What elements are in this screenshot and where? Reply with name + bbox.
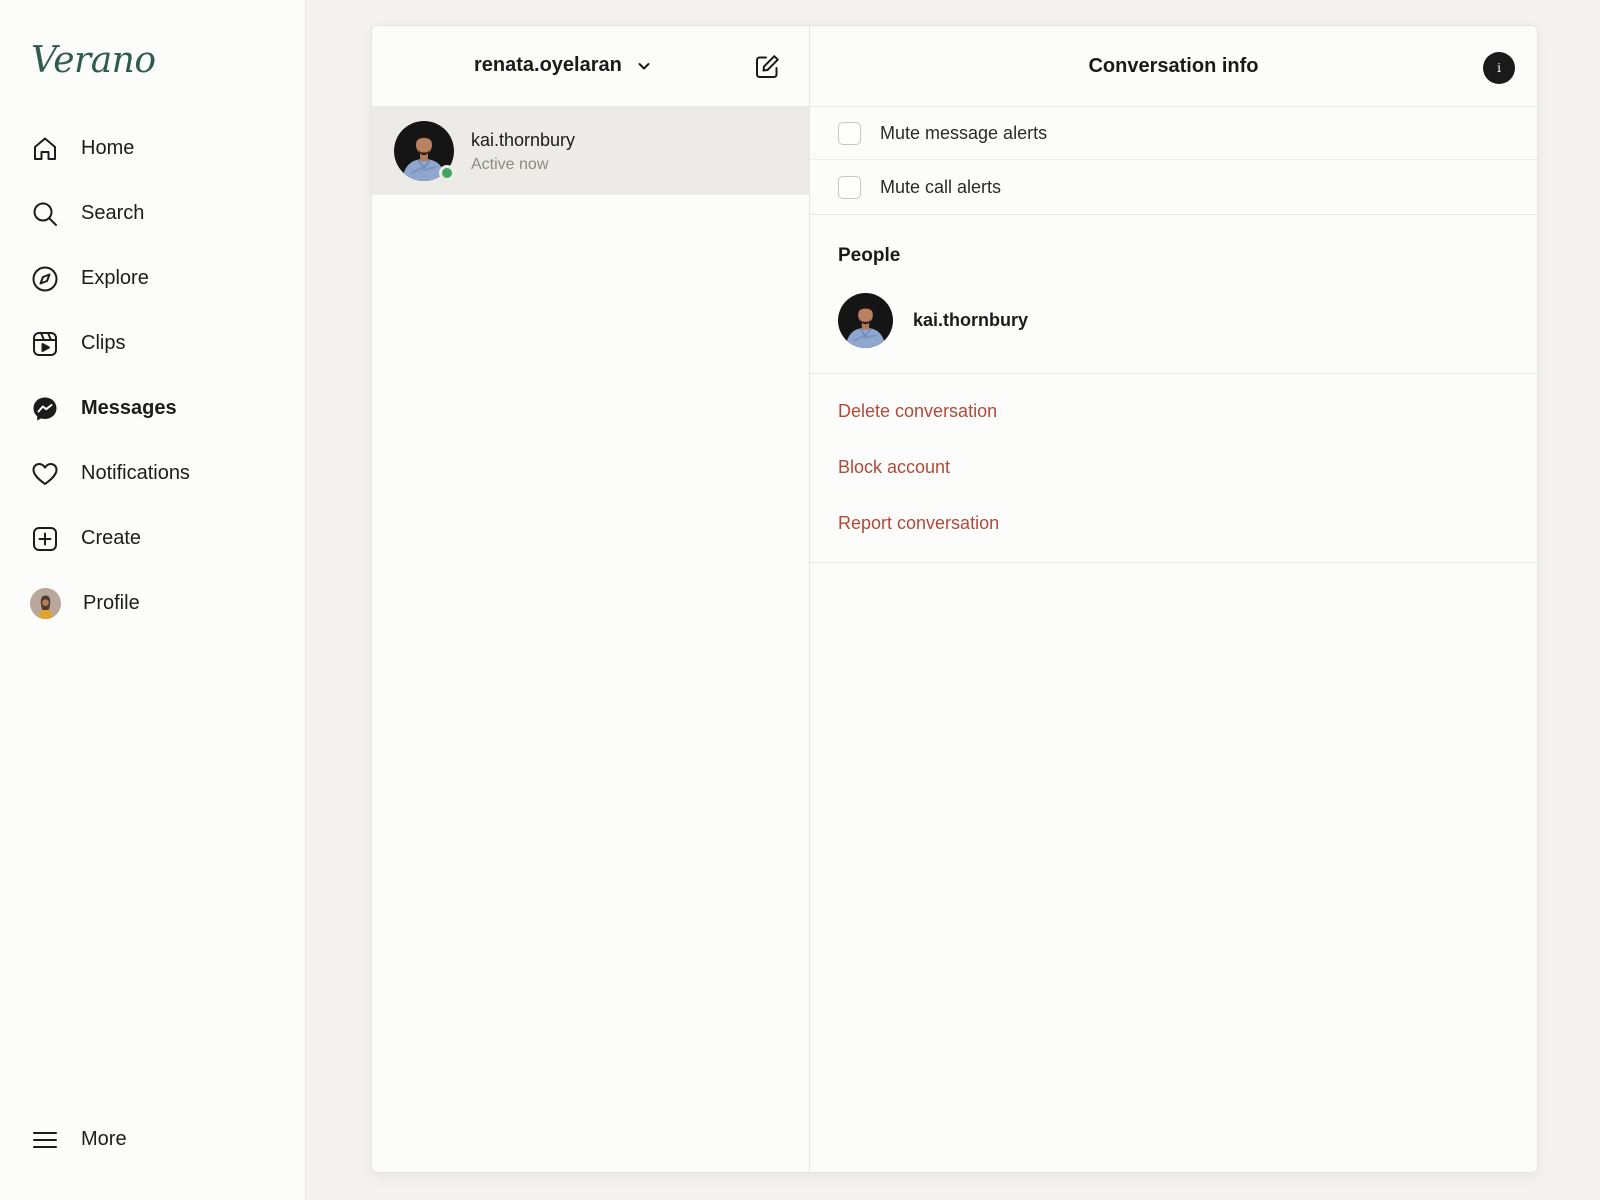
- nav-item-home[interactable]: Home: [0, 116, 306, 181]
- thread-name: kai.thornbury: [471, 130, 576, 150]
- person-item[interactable]: kai.thornbury: [838, 293, 1028, 348]
- avatar: [838, 293, 893, 348]
- conversation-actions: Delete conversation Block account Report…: [810, 374, 1537, 563]
- chevron-down-icon: [636, 58, 652, 74]
- messenger-icon: [31, 395, 59, 423]
- thread-status: Active now: [471, 156, 549, 173]
- nav-label: Home: [81, 137, 135, 159]
- mute-call-alerts-checkbox[interactable]: [838, 175, 861, 199]
- nav-label: Explore: [81, 267, 149, 289]
- person-name: kai.thornbury: [913, 310, 1029, 330]
- sidebar: Verano Home Search Explore Clips Message…: [0, 0, 306, 1200]
- mute-label: Mute message alerts: [880, 122, 1048, 143]
- mute-settings: Mute message alerts Mute call alerts: [810, 107, 1537, 215]
- block-account-button[interactable]: Block account: [810, 457, 1537, 513]
- nav-item-create[interactable]: Create: [0, 506, 306, 571]
- report-conversation-button[interactable]: Report conversation: [810, 513, 1537, 569]
- mute-call-alerts-option[interactable]: Mute call alerts: [810, 160, 1537, 214]
- mute-message-alerts-checkbox[interactable]: [838, 121, 861, 145]
- nav-label: Messages: [81, 397, 177, 419]
- nav-more: More: [0, 1107, 306, 1172]
- nav-item-messages[interactable]: Messages: [0, 376, 306, 441]
- nav-label: Clips: [81, 332, 126, 354]
- conversation-info-panel: Conversation info i Mute message alerts …: [810, 26, 1537, 1172]
- profile-avatar: [30, 588, 61, 619]
- thread-item[interactable]: kai.thornbury Active now: [372, 107, 809, 195]
- nav-label: Profile: [83, 592, 140, 614]
- home-icon: [31, 135, 59, 163]
- nav-label: Search: [81, 202, 145, 224]
- mute-message-alerts-option[interactable]: Mute message alerts: [810, 107, 1537, 160]
- clips-icon: [31, 330, 59, 358]
- compass-icon: [31, 265, 59, 293]
- inbox-panel: renata.oyelaran kai.thornbury Active now: [372, 26, 810, 1172]
- search-icon: [31, 200, 59, 228]
- info-title: Conversation info: [1088, 55, 1259, 77]
- info-header: Conversation info i: [810, 26, 1537, 107]
- inbox-header: renata.oyelaran: [372, 26, 809, 107]
- brand-logo[interactable]: Verano: [31, 40, 156, 81]
- account-name: renata.oyelaran: [474, 54, 622, 76]
- account-switcher[interactable]: renata.oyelaran: [474, 54, 652, 77]
- nav-label: More: [81, 1128, 127, 1150]
- compose-icon: [756, 55, 779, 78]
- info-icon[interactable]: i: [1483, 52, 1515, 84]
- people-section: People kai.thornbury: [810, 215, 1537, 374]
- delete-conversation-button[interactable]: Delete conversation: [810, 401, 1537, 457]
- nav-item-explore[interactable]: Explore: [0, 246, 306, 311]
- nav-item-search[interactable]: Search: [0, 181, 306, 246]
- mute-label: Mute call alerts: [880, 176, 1002, 197]
- avatar-image: [838, 293, 893, 348]
- messages-card: renata.oyelaran kai.thornbury Active now…: [371, 25, 1538, 1173]
- nav-label: Create: [81, 527, 142, 549]
- main-nav: Home Search Explore Clips Messages Notif…: [0, 116, 306, 636]
- nav-item-clips[interactable]: Clips: [0, 311, 306, 376]
- new-message-button[interactable]: [753, 53, 781, 81]
- nav-item-notifications[interactable]: Notifications: [0, 441, 306, 506]
- nav-label: Notifications: [81, 462, 190, 484]
- nav-item-profile[interactable]: Profile: [0, 571, 306, 636]
- heart-icon: [31, 460, 59, 488]
- online-indicator: [439, 165, 455, 181]
- plus-square-icon: [31, 525, 59, 553]
- avatar: [394, 121, 455, 181]
- menu-icon: [31, 1126, 59, 1154]
- people-heading: People: [838, 245, 901, 266]
- more-button[interactable]: More: [0, 1107, 306, 1172]
